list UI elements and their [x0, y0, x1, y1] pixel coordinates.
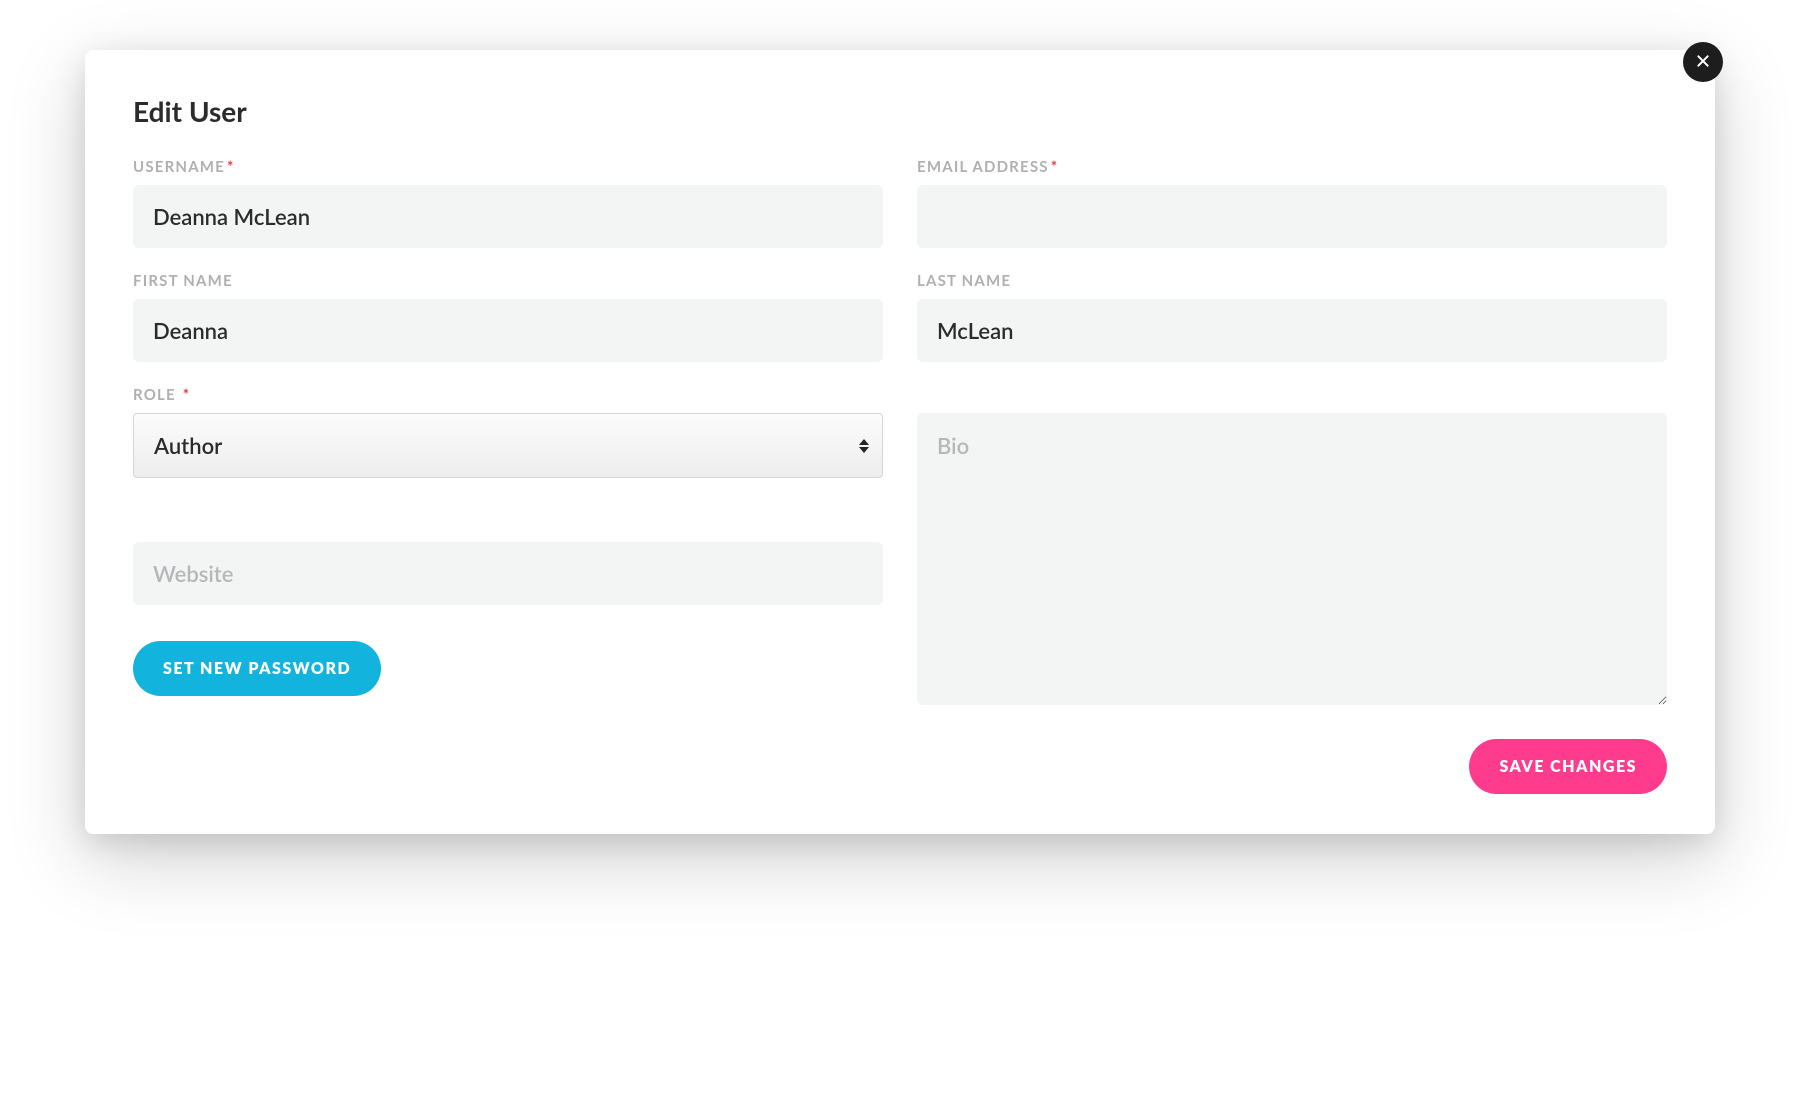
- username-field-group: USERNAME*: [133, 158, 883, 248]
- bio-textarea[interactable]: [917, 413, 1667, 705]
- website-empty-label: [133, 515, 883, 533]
- username-input[interactable]: [133, 185, 883, 248]
- close-button[interactable]: [1683, 42, 1723, 82]
- role-field-group: ROLE * Author: [133, 386, 883, 491]
- email-label-text: EMAIL ADDRESS: [917, 158, 1049, 176]
- required-marker: *: [1051, 158, 1059, 176]
- username-label: USERNAME*: [133, 158, 883, 176]
- last-name-input[interactable]: [917, 299, 1667, 362]
- required-marker: *: [227, 158, 235, 176]
- role-label: ROLE *: [133, 386, 883, 404]
- last-name-field-group: LAST NAME: [917, 272, 1667, 362]
- bio-empty-label: [917, 386, 1667, 404]
- last-name-label: LAST NAME: [917, 272, 1667, 290]
- modal-title: Edit User: [133, 94, 1667, 128]
- role-label-text: ROLE: [133, 386, 176, 404]
- required-marker: *: [183, 386, 191, 404]
- password-button-row: SET NEW PASSWORD: [133, 641, 883, 709]
- bio-field-group: [917, 386, 1667, 709]
- close-icon: [1695, 53, 1711, 72]
- save-changes-button[interactable]: SAVE CHANGES: [1469, 739, 1667, 794]
- edit-user-modal: Edit User USERNAME* EMAIL ADDRESS* FIRST…: [85, 50, 1715, 834]
- email-label: EMAIL ADDRESS*: [917, 158, 1667, 176]
- username-label-text: USERNAME: [133, 158, 225, 176]
- website-input[interactable]: [133, 542, 883, 605]
- role-select[interactable]: Author: [133, 413, 883, 478]
- email-field-group: EMAIL ADDRESS*: [917, 158, 1667, 248]
- first-name-input[interactable]: [133, 299, 883, 362]
- website-field-group: [133, 515, 883, 618]
- first-name-label: FIRST NAME: [133, 272, 883, 290]
- email-input[interactable]: [917, 185, 1667, 248]
- modal-footer: SAVE CHANGES: [133, 739, 1667, 794]
- first-name-field-group: FIRST NAME: [133, 272, 883, 362]
- set-new-password-button[interactable]: SET NEW PASSWORD: [133, 641, 381, 696]
